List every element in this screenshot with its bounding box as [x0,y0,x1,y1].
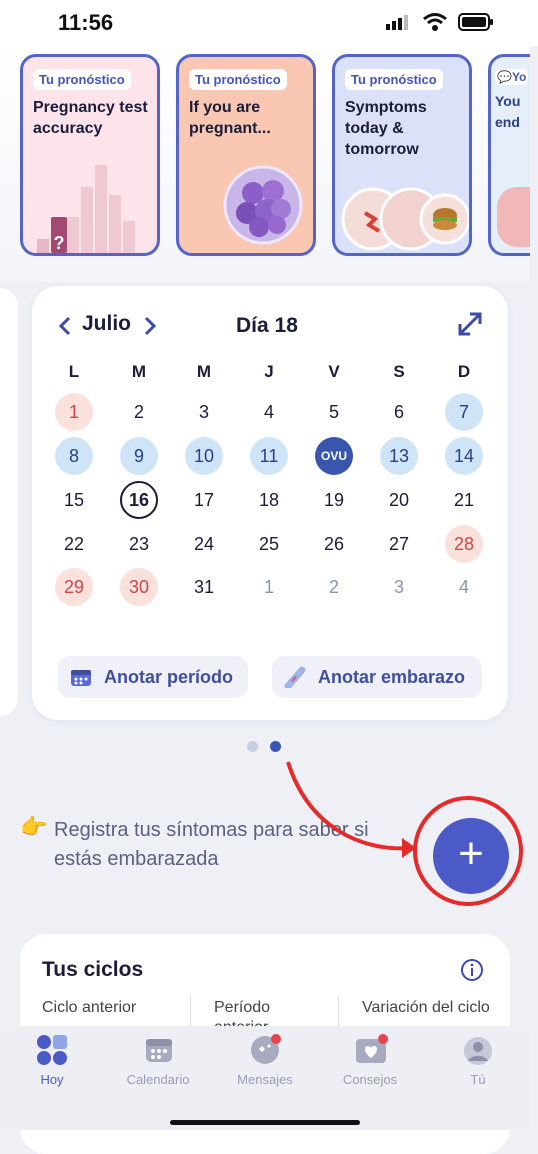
calendar-day[interactable]: 27 [380,525,418,563]
signal-icon [386,14,412,30]
calendar-day[interactable]: 10 [185,437,223,475]
month-label: Julio [82,312,132,335]
calendar-day[interactable]: 18 [250,481,288,519]
calendar-day[interactable]: 2 [315,568,353,606]
calendar-day[interactable]: 2 [120,393,158,431]
previous-card-peek[interactable] [0,288,18,716]
calendar-day[interactable]: 13 [380,437,418,475]
page-dot-1[interactable] [247,741,258,752]
forecast-card-if-pregnant[interactable]: Tu pronóstico If you are pregnant... [176,54,316,256]
card-title: Symptoms today & tomorrow [345,99,427,158]
calendar-day[interactable]: 17 [185,481,223,519]
prev-month-chevron-icon[interactable] [58,316,72,341]
calendar-day[interactable]: 21 [445,481,483,519]
status-bar: 11:56 [0,0,538,46]
card-tag: Tu pronóstico [345,69,443,90]
calendar-tab-icon [145,1036,173,1069]
weekday-label: J [264,362,274,381]
log-pregnancy-button[interactable]: Anotar embarazo [272,656,482,698]
calendar-day[interactable]: 1 [55,393,93,431]
info-icon[interactable] [460,958,484,987]
wifi-icon [422,12,448,37]
tips-tab-icon [355,1034,389,1071]
ovulation-day[interactable]: OVU [315,437,353,475]
forecast-card-symptoms[interactable]: Tu pronóstico Symptoms today & tomorrow [332,54,472,256]
forecast-card-partial[interactable]: 💬Yo You end [488,54,530,256]
battery-icon [458,13,494,36]
log-period-button[interactable]: Anotar período [58,656,248,698]
expand-icon[interactable] [456,310,484,343]
calendar-day[interactable]: 20 [380,481,418,519]
card-title: If you are pregnant... [189,99,271,137]
calendar-icon [71,670,91,686]
calendar-day[interactable]: 28 [445,525,483,563]
weekday-label: L [68,362,80,381]
profile-tab-icon [463,1036,493,1071]
pointing-hand-icon: 👉 [20,814,48,839]
calendar-day[interactable]: 30 [120,568,158,606]
card-illustration [497,187,530,247]
calendar-day[interactable]: 9 [120,437,158,475]
home-indicator [170,1120,360,1125]
today-day[interactable]: 16 [120,481,158,519]
weekday-label: V [328,362,340,381]
log-pregnancy-label: Anotar embarazo [318,667,466,687]
card-title: You end [495,93,521,130]
calendar-day[interactable]: 7 [445,393,483,431]
page-dot-2-active[interactable] [270,741,281,752]
today-tab-icon [37,1035,67,1070]
calendar-day[interactable]: 19 [315,481,353,519]
svg-text:?: ? [54,233,65,253]
calendar-day[interactable]: 3 [380,568,418,606]
forecast-card-test-accuracy[interactable]: Tu pronóstico Pregnancy test accuracy ? [20,54,160,256]
tab-messages[interactable]: Mensajes [225,1072,305,1087]
card-tag: Tu pronóstico [33,69,131,90]
calendar-day[interactable]: 25 [250,525,288,563]
weekday-label: M [131,362,147,381]
calendar-day[interactable]: 5 [315,393,353,431]
bar-illustration-icon: ? [37,165,135,253]
card-tag: 💬Yo [495,69,529,85]
add-symptom-button[interactable]: + [433,818,509,894]
tab-tips[interactable]: Consejos [330,1072,410,1087]
calendar-day[interactable]: 4 [445,568,483,606]
calendar-day[interactable]: 6 [380,393,418,431]
pregnancy-test-icon [284,666,306,688]
calendar-day[interactable]: 11 [250,437,288,475]
calendar-day[interactable]: 31 [185,568,223,606]
embryo-illustration-icon [223,165,303,245]
symptoms-illustration-icon [341,187,469,251]
calendar-day[interactable]: 26 [315,525,353,563]
calendar-day[interactable]: 15 [55,481,93,519]
calendar-day[interactable]: 22 [55,525,93,563]
status-time: 11:56 [58,10,114,35]
weekday-label: M [196,362,212,381]
cycles-col-variation: Variación del ciclo [362,999,490,1016]
weekday-label: D [457,362,471,381]
log-period-label: Anotar período [104,667,233,687]
calendar-day[interactable]: 29 [55,568,93,606]
forecast-carousel[interactable]: Tu pronóstico Pregnancy test accuracy ? … [0,46,530,282]
card-tag: Tu pronóstico [189,69,287,90]
next-month-chevron-icon[interactable] [143,316,157,341]
cycles-title: Tus ciclos [42,958,144,981]
cycle-day-label: Día 18 [236,314,298,337]
tab-today[interactable]: Hoy [12,1072,92,1087]
tab-calendar[interactable]: Calendario [118,1072,198,1087]
calendar-day[interactable]: 14 [445,437,483,475]
calendar-day[interactable]: 23 [120,525,158,563]
weekday-label: S [393,362,405,381]
calendar-day[interactable]: 4 [250,393,288,431]
calendar-day[interactable]: 8 [55,437,93,475]
card-title: Pregnancy test accuracy [33,99,148,137]
calendar-day[interactable]: 1 [250,568,288,606]
calendar-day[interactable]: 24 [185,525,223,563]
tab-you[interactable]: Tú [438,1072,518,1087]
arrow-annotation-icon [286,761,416,858]
calendar-day[interactable]: 3 [185,393,223,431]
messages-tab-icon [249,1034,283,1071]
cycles-col-previous: Ciclo anterior [42,999,137,1016]
